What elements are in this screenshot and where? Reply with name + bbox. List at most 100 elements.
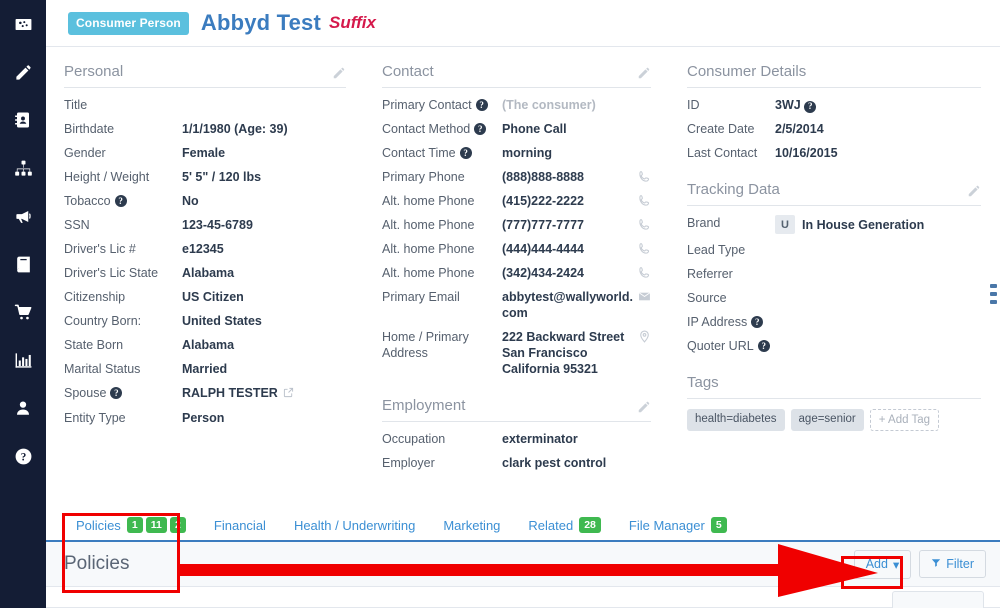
field-value: (444)444-4444 (502, 242, 585, 256)
sidebar-item-library[interactable] (0, 240, 46, 288)
edit-tracking-pencil-icon[interactable] (967, 184, 981, 198)
field-label: Title (64, 98, 88, 112)
help-icon[interactable]: ? (114, 195, 127, 207)
field-value: Married (182, 362, 228, 376)
sidebar-item-contacts[interactable] (0, 96, 46, 144)
sidebar-item-marketing[interactable] (0, 192, 46, 240)
personal-field-row: Driver's Lic State Alabama (64, 265, 346, 281)
field-label: Entity Type (64, 411, 126, 425)
panel-resize-handle[interactable] (990, 282, 997, 306)
field-label: Driver's Lic # (64, 242, 136, 256)
tag-chip[interactable]: age=senior (790, 409, 864, 431)
panel-subrow-control[interactable] (892, 591, 984, 608)
tracking-field-row: IP Address? (687, 314, 981, 330)
employment-section-header: Employment (382, 397, 651, 422)
detail-body: Personal Title Birthdate 1/1/1980 (Age: 39… (46, 47, 1000, 510)
tab-label: Financial (213, 517, 266, 533)
help-icon[interactable]: ? (757, 340, 770, 352)
edit-personal-pencil-icon[interactable] (332, 66, 346, 80)
contact-field-row: Alt. home Phone (444)444-4444 (382, 241, 651, 257)
add-tag-button[interactable]: + Add Tag (869, 409, 940, 431)
dashboard-icon (14, 15, 33, 34)
tab-related[interactable]: Related 28 (514, 509, 615, 541)
field-label: Primary Contact? (382, 97, 502, 113)
tracking-rows: Lead Type Referrer Source IP Address? Quoter… (687, 242, 981, 354)
brand-value: U In House Generation (775, 215, 981, 234)
field-label: Spouse? (64, 385, 182, 401)
phone-icon[interactable] (635, 241, 651, 255)
add-button[interactable]: Add ▾ (853, 549, 912, 579)
sidebar-item-dashboard[interactable] (0, 0, 46, 48)
tab-financial[interactable]: Financial (200, 509, 280, 541)
help-icon[interactable]: ? (804, 100, 817, 113)
brand-name: In House Generation (802, 217, 925, 232)
personal-column: Personal Title Birthdate 1/1/1980 (Age: 39… (46, 63, 364, 510)
page-root: ? Consumer Person Abbyd Test Suffix Pers… (0, 0, 1000, 608)
contact-field-row: Alt. home Phone (342)434-2424 (382, 265, 651, 281)
field-value: (777)777-7777 (502, 218, 585, 232)
tab-marketing[interactable]: Marketing (429, 509, 514, 541)
field-value[interactable]: RALPH TESTER (182, 385, 346, 402)
filter-icon (931, 557, 941, 571)
tab-policies[interactable]: Policies 1 11 2 (62, 509, 200, 541)
sidebar-item-help[interactable]: ? (0, 432, 46, 480)
field-value: clark pest control (502, 456, 607, 470)
field-label: Occupation (382, 432, 446, 446)
contact-column: Contact Primary Contact? (The consumer) Co… (364, 63, 669, 510)
sidebar-item-edit[interactable] (0, 48, 46, 96)
map-pin-icon[interactable] (635, 329, 651, 343)
phone-icon[interactable] (635, 217, 651, 231)
field-value: morning (502, 146, 552, 160)
field-label: Height / Weight (64, 170, 150, 184)
phone-icon[interactable] (635, 193, 651, 207)
section-title: Tags (687, 374, 719, 391)
cart-icon (14, 303, 33, 322)
help-icon[interactable]: ? (751, 316, 764, 328)
envelope-icon[interactable] (635, 289, 651, 303)
tab-label: Marketing (443, 517, 501, 533)
employment-rows: Occupation exterminator Employer clark pest… (382, 431, 651, 471)
tag-chip[interactable]: health=diabetes (687, 409, 785, 431)
tracking-field-row: Referrer (687, 266, 981, 282)
consumer-details-rows: ID 3WJ ? Create Date 2/5/2014 Last Contact 10… (687, 97, 981, 161)
page-title: Abbyd Test (200, 10, 322, 35)
help-icon[interactable]: ? (475, 99, 488, 111)
contact-field-row: Home / Primary Address 222 Backward Stree… (382, 329, 651, 377)
help-icon[interactable]: ? (474, 123, 487, 135)
personal-field-row: Marital Status Married (64, 361, 346, 377)
tab-file-manager[interactable]: File Manager 5 (615, 509, 741, 541)
add-button-label: Add (865, 557, 888, 571)
filter-button[interactable]: Filter (919, 550, 986, 578)
tab-health-underwriting[interactable]: Health / Underwriting (280, 509, 429, 541)
tab-badge-group: 28 (579, 517, 601, 533)
field-value: 222 Backward Street San Francisco Califo… (502, 330, 625, 376)
sidebar-item-reports[interactable] (0, 336, 46, 384)
field-label: Primary Email (382, 290, 460, 304)
field-label: Last Contact (687, 146, 758, 160)
field-value: Alabama (182, 266, 235, 280)
help-icon[interactable]: ? (459, 147, 472, 159)
help-icon[interactable]: ? (110, 387, 123, 399)
phone-icon[interactable] (635, 169, 651, 183)
field-value: (The consumer) (502, 98, 596, 112)
tab-label: Health / Underwriting (293, 517, 416, 533)
sidebar-item-account[interactable] (0, 384, 46, 432)
filter-button-label: Filter (946, 557, 974, 571)
edit-contact-pencil-icon[interactable] (637, 66, 651, 80)
contact-section-header: Contact (382, 63, 651, 88)
consumer-details-column: Consumer Details ID 3WJ ? Create Date 2/5/2… (669, 63, 999, 510)
entity-type-badge: Consumer Person (68, 11, 189, 35)
field-value: 5' 5" / 120 lbs (182, 170, 262, 184)
personal-field-row: Birthdate 1/1/1980 (Age: 39) (64, 121, 346, 137)
phone-icon[interactable] (635, 265, 651, 279)
field-value: 3WJ ? (775, 97, 981, 113)
field-label: Alt. home Phone (382, 242, 475, 256)
external-link-icon[interactable] (283, 386, 294, 402)
personal-field-row: Entity Type Person (64, 410, 346, 426)
personal-field-row: Driver's Lic # e12345 (64, 241, 346, 257)
tags-section-header: Tags (687, 374, 981, 399)
sidebar-item-orders[interactable] (0, 288, 46, 336)
sidebar-item-hierarchy[interactable] (0, 144, 46, 192)
edit-employment-pencil-icon[interactable] (637, 400, 651, 414)
personal-field-row: Gender Female (64, 145, 346, 161)
